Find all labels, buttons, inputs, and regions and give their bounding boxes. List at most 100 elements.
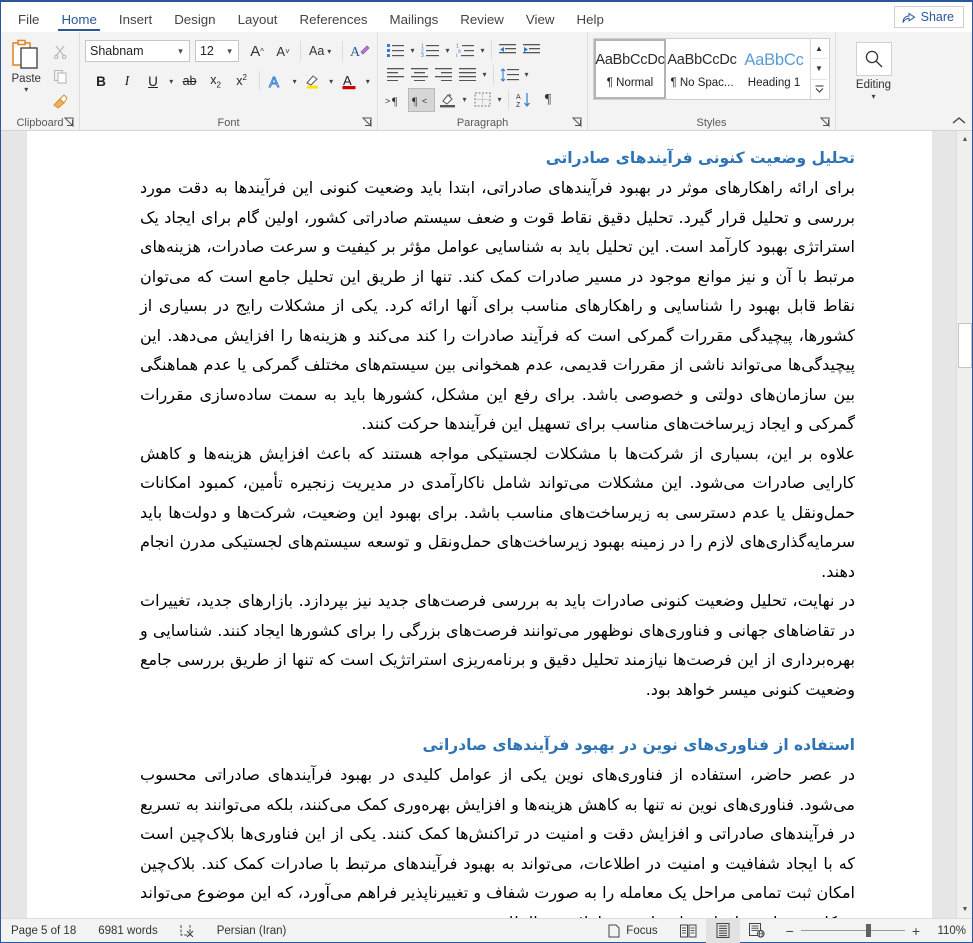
editing-chevron-down-icon[interactable]: ▾ xyxy=(868,92,879,101)
zoom-slider-track[interactable] xyxy=(800,924,905,937)
web-layout-icon xyxy=(748,923,765,938)
zoom-out-button[interactable]: − xyxy=(786,924,794,938)
justify-button[interactable] xyxy=(455,63,479,87)
underline-chevron-down-icon[interactable]: ▾ xyxy=(167,77,176,86)
page-indicator[interactable]: Page 5 of 18 xyxy=(11,925,76,937)
style-normal-preview: AaBbCcDc xyxy=(595,51,665,68)
styles-dialog-launcher[interactable] xyxy=(820,117,831,128)
share-button[interactable]: Share xyxy=(893,6,964,28)
font-size-combo[interactable]: 12 ▾ xyxy=(194,40,240,62)
font-dialog-launcher[interactable] xyxy=(362,117,373,128)
borders-button[interactable] xyxy=(470,88,494,112)
svg-text:A: A xyxy=(516,94,521,101)
zoom-percent-label[interactable]: 110% xyxy=(932,925,966,937)
vertical-scrollbar[interactable]: ▲ ▼ xyxy=(956,131,972,918)
tab-layout[interactable]: Layout xyxy=(227,9,289,32)
font-size-chevron-down-icon: ▾ xyxy=(227,45,232,56)
view-read-mode-button[interactable] xyxy=(672,919,706,943)
paste-chevron-down-icon[interactable]: ▾ xyxy=(21,85,32,94)
font-name-combo[interactable]: Shabnam ▾ xyxy=(85,40,190,62)
style-heading-1[interactable]: AaBbCc Heading 1 xyxy=(738,39,810,99)
align-left-button[interactable] xyxy=(383,63,407,87)
document-paragraph-1: برای ارائه راهکارهای موثر در بهبود فرآین… xyxy=(140,178,855,433)
subscript-button[interactable]: x2 xyxy=(204,69,228,93)
scroll-down-button[interactable]: ▼ xyxy=(957,901,972,918)
font-name-chevron-down-icon: ▾ xyxy=(178,45,183,56)
copy-button[interactable] xyxy=(48,65,72,87)
tab-insert-label: Insert xyxy=(118,11,153,27)
align-center-button[interactable] xyxy=(407,63,431,87)
scrollbar-thumb[interactable] xyxy=(958,323,972,368)
bullet-list-icon xyxy=(386,43,404,57)
tab-review[interactable]: Review xyxy=(449,9,515,32)
font-color-chevron-down-icon[interactable]: ▾ xyxy=(363,77,372,86)
decrease-indent-button[interactable] xyxy=(495,38,519,62)
zoom-slider-thumb[interactable] xyxy=(865,924,871,937)
document-body[interactable]: تحلیل وضعیت کنونی فرآیندهای صادراتی برای… xyxy=(140,147,855,918)
highlight-chevron-down-icon[interactable]: ▾ xyxy=(327,77,336,86)
style-normal[interactable]: AaBbCcDc ¶ Normal xyxy=(594,39,666,99)
style-no-spacing[interactable]: AaBbCcDc ¶ No Spac... xyxy=(666,39,738,99)
proofing-status[interactable] xyxy=(180,924,195,938)
bullets-button[interactable] xyxy=(383,38,407,62)
numbering-chevron-down-icon[interactable]: ▾ xyxy=(442,46,453,55)
change-case-button[interactable]: Aa ▾ xyxy=(306,39,337,63)
numbering-button[interactable]: 123 xyxy=(418,38,442,62)
grow-font-button[interactable]: A ^ xyxy=(245,39,269,63)
document-page[interactable]: تحلیل وضعیت کنونی فرآیندهای صادراتی برای… xyxy=(27,131,932,918)
multilevel-chevron-down-icon[interactable]: ▾ xyxy=(477,46,488,55)
shading-button[interactable] xyxy=(435,88,459,112)
styles-scroll-up-button[interactable]: ▲ xyxy=(811,39,827,60)
editing-button[interactable]: Editing ▾ xyxy=(841,36,906,101)
tab-file[interactable]: File xyxy=(7,9,50,32)
focus-mode-button[interactable]: Focus xyxy=(607,924,658,938)
rtl-text-direction-button[interactable]: ¶ < xyxy=(408,87,435,112)
word-count[interactable]: 6981 words xyxy=(98,925,157,937)
ltr-text-direction-button[interactable]: > ¶ xyxy=(383,88,408,112)
bold-button[interactable]: B xyxy=(89,69,113,93)
clipboard-dialog-launcher[interactable] xyxy=(64,117,75,128)
font-color-button[interactable]: A xyxy=(337,69,361,93)
increase-indent-button[interactable] xyxy=(519,38,543,62)
line-spacing-icon xyxy=(500,67,519,82)
paragraph-dialog-launcher[interactable] xyxy=(572,117,583,128)
shading-chevron-down-icon[interactable]: ▾ xyxy=(459,95,470,104)
view-web-layout-button[interactable] xyxy=(740,919,774,943)
line-spacing-button[interactable] xyxy=(497,63,521,87)
zoom-in-button[interactable]: + xyxy=(912,924,920,938)
styles-scroll-down-button[interactable]: ▼ xyxy=(811,59,827,80)
tab-insert[interactable]: Insert xyxy=(108,9,163,32)
collapse-ribbon-button[interactable] xyxy=(952,116,966,126)
italic-button[interactable]: I xyxy=(115,69,139,93)
sort-button[interactable]: AZ xyxy=(512,88,536,112)
superscript-button[interactable]: x2 xyxy=(230,69,254,93)
styles-more-button[interactable] xyxy=(811,80,827,99)
show-formatting-marks-button[interactable]: ¶ xyxy=(536,88,560,112)
text-effects-button[interactable]: A xyxy=(264,69,288,93)
cut-button[interactable] xyxy=(48,40,72,62)
tab-view[interactable]: View xyxy=(515,9,566,32)
tab-help[interactable]: Help xyxy=(566,9,615,32)
underline-button[interactable]: U xyxy=(141,69,165,93)
clear-formatting-button[interactable]: A xyxy=(348,39,372,63)
borders-chevron-down-icon[interactable]: ▾ xyxy=(494,95,505,104)
text-effects-chevron-down-icon[interactable]: ▾ xyxy=(290,77,299,86)
align-right-button[interactable] xyxy=(431,63,455,87)
tab-references[interactable]: References xyxy=(289,9,379,32)
line-spacing-chevron-down-icon[interactable]: ▾ xyxy=(521,70,532,79)
text-highlight-button[interactable] xyxy=(301,69,325,93)
multilevel-list-button[interactable]: 1ai xyxy=(453,38,477,62)
tab-home[interactable]: Home xyxy=(50,9,107,32)
language-indicator[interactable]: Persian (Iran) xyxy=(217,925,287,937)
format-painter-button[interactable] xyxy=(48,90,72,112)
shrink-font-button[interactable]: A ˅ xyxy=(271,39,295,63)
view-print-layout-button[interactable] xyxy=(705,918,740,943)
tab-design[interactable]: Design xyxy=(163,9,226,32)
align-right-icon xyxy=(434,68,452,81)
justify-chevron-down-icon[interactable]: ▾ xyxy=(479,70,490,79)
tab-mailings[interactable]: Mailings xyxy=(379,9,450,32)
bullets-chevron-down-icon[interactable]: ▾ xyxy=(407,46,418,55)
ribbon-group-clipboard: Paste ▾ Clipboard xyxy=(1,32,79,131)
strikethrough-button[interactable]: ab xyxy=(178,69,202,93)
scroll-up-button[interactable]: ▲ xyxy=(957,131,972,148)
